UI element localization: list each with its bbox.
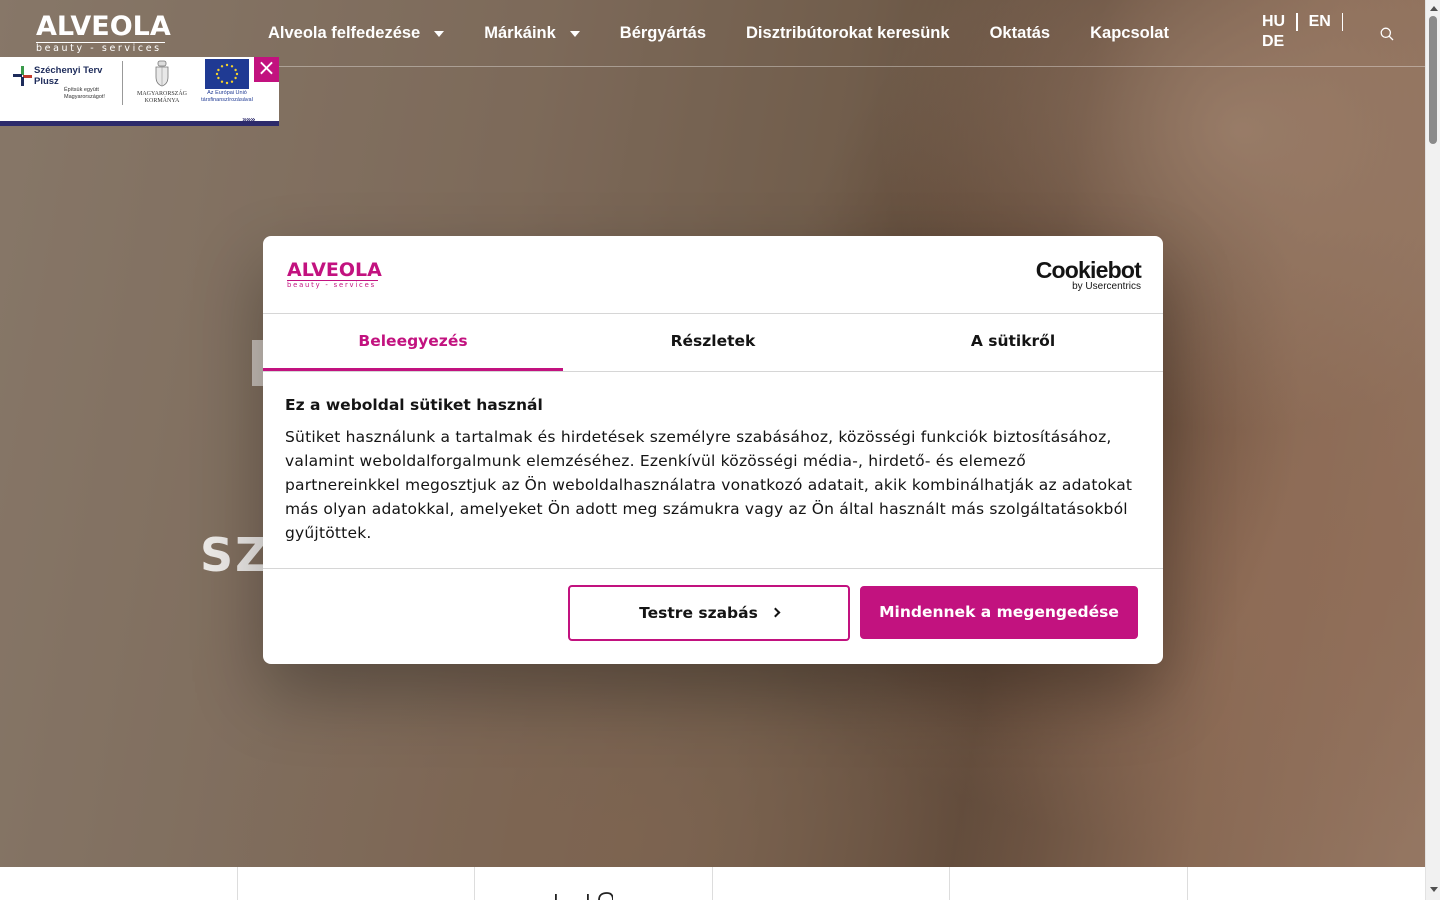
- cookie-tabs: Beleegyezés Részletek A sütikről: [263, 314, 1163, 372]
- logo-wordmark: ALVEOLA: [36, 11, 171, 42]
- cookie-brand-wordmark: ALVEOLA: [287, 259, 382, 281]
- search-icon[interactable]: [1380, 27, 1394, 41]
- lang-de[interactable]: DE: [1262, 32, 1284, 52]
- nav-item-label: Alveola felfedezése: [268, 23, 421, 42]
- badge-divider: [122, 61, 123, 105]
- szechenyi-slogan: Építsük együtt Magyarországot!: [64, 87, 105, 100]
- customize-button-label: Testre szabás: [639, 604, 758, 622]
- cookiebot-wordmark: Cookiebot: [1035, 257, 1142, 283]
- cookie-brand-logo: ALVEOLA beauty - services: [287, 260, 382, 289]
- brand-cell[interactable]: [713, 867, 950, 900]
- nav-item-education[interactable]: Oktatás: [990, 24, 1051, 43]
- language-switcher: HU EN DE: [1262, 12, 1354, 52]
- nav-item-contract-manufacturing[interactable]: Bérgyártás: [620, 24, 706, 43]
- brand-cell[interactable]: [475, 867, 713, 900]
- scroll-up-arrow-icon[interactable]: [1430, 6, 1438, 11]
- tab-details[interactable]: Részletek: [563, 314, 863, 371]
- brand-logo-icon: [555, 892, 613, 900]
- nav-item-label: Bérgyártás: [619, 23, 707, 42]
- nav-item-label: Disztribútorokat keresünk: [746, 23, 950, 42]
- cookie-dialog-footer: Testre szabás Mindennek a megengedése: [263, 568, 1163, 664]
- logo-tagline: beauty - services: [36, 42, 165, 54]
- coat-of-arms-icon: [155, 60, 169, 87]
- cookie-brand-tagline: beauty - services: [287, 280, 378, 289]
- nav-item-label: Márkáink: [484, 23, 556, 42]
- eu-logo: Az Európai Unió társfinanszírozásával: [196, 59, 258, 103]
- nav-item-brands[interactable]: Márkáink: [484, 24, 580, 43]
- cookiebot-logo[interactable]: Cookiebot by Usercentrics: [1035, 257, 1142, 292]
- tab-about-cookies[interactable]: A sütikről: [863, 314, 1163, 371]
- brand-cell[interactable]: [238, 867, 475, 900]
- nav-item-label: Oktatás: [989, 23, 1051, 42]
- eu-funding-badge[interactable]: Széchenyi Terv Plusz Építsük együtt Magy…: [0, 57, 279, 126]
- customize-button[interactable]: Testre szabás: [568, 585, 850, 641]
- lang-divider: [1341, 13, 1344, 31]
- nav-item-label: Kapcsolat: [1090, 23, 1169, 42]
- eu-flag-icon: [205, 59, 249, 89]
- cookie-dialog-header: ALVEOLA beauty - services Cookiebot by U…: [263, 236, 1163, 314]
- nav-item-distributors[interactable]: Disztribútorokat keresünk: [746, 24, 950, 43]
- cookie-dialog-text: Sütiket használunk a tartalmak és hirdet…: [285, 428, 1133, 542]
- chevrons-right-icon: »»»: [242, 115, 255, 124]
- chevron-right-icon: [770, 607, 781, 617]
- lang-divider: [1296, 13, 1298, 31]
- lang-en[interactable]: EN: [1309, 12, 1331, 32]
- brand-strip: [0, 867, 1425, 900]
- lang-hu[interactable]: HU: [1262, 12, 1285, 32]
- site-logo[interactable]: ALVEOLA beauty - services: [36, 11, 171, 54]
- caret-down-icon: [434, 31, 445, 37]
- scroll-thumb[interactable]: [1429, 16, 1437, 144]
- brand-cell[interactable]: [1188, 867, 1426, 900]
- nav-item-contact[interactable]: Kapcsolat: [1090, 24, 1169, 43]
- main-nav: Alveola felfedezése Márkáink Bérgyártás …: [268, 0, 1209, 66]
- cookie-dialog-body: Ez a weboldal sütiket használ Sütiket ha…: [285, 394, 1145, 545]
- hungarian-government-logo: MAGYARORSZÁG KORMÁNYA: [134, 59, 190, 105]
- cookie-dialog-title: Ez a weboldal sütiket használ: [285, 396, 543, 414]
- brand-cell[interactable]: [0, 867, 238, 900]
- close-icon[interactable]: ×: [254, 57, 279, 82]
- brand-cell[interactable]: [950, 867, 1188, 900]
- szechenyi-title: Széchenyi Terv Plusz: [34, 65, 103, 87]
- scroll-down-arrow-icon[interactable]: [1430, 887, 1438, 892]
- allow-all-button[interactable]: Mindennek a megengedése: [860, 586, 1138, 639]
- szechenyi-cross-icon: [13, 66, 32, 86]
- page-scrollbar[interactable]: [1425, 0, 1440, 900]
- eu-cofinancing-label: Az Európai Unió társfinanszírozásával: [201, 90, 253, 103]
- cookie-consent-dialog: ALVEOLA beauty - services Cookiebot by U…: [263, 236, 1163, 664]
- government-label: MAGYARORSZÁG KORMÁNYA: [136, 91, 187, 104]
- nav-item-discover[interactable]: Alveola felfedezése: [268, 23, 445, 43]
- tab-consent[interactable]: Beleegyezés: [263, 314, 563, 371]
- caret-down-icon: [569, 31, 580, 37]
